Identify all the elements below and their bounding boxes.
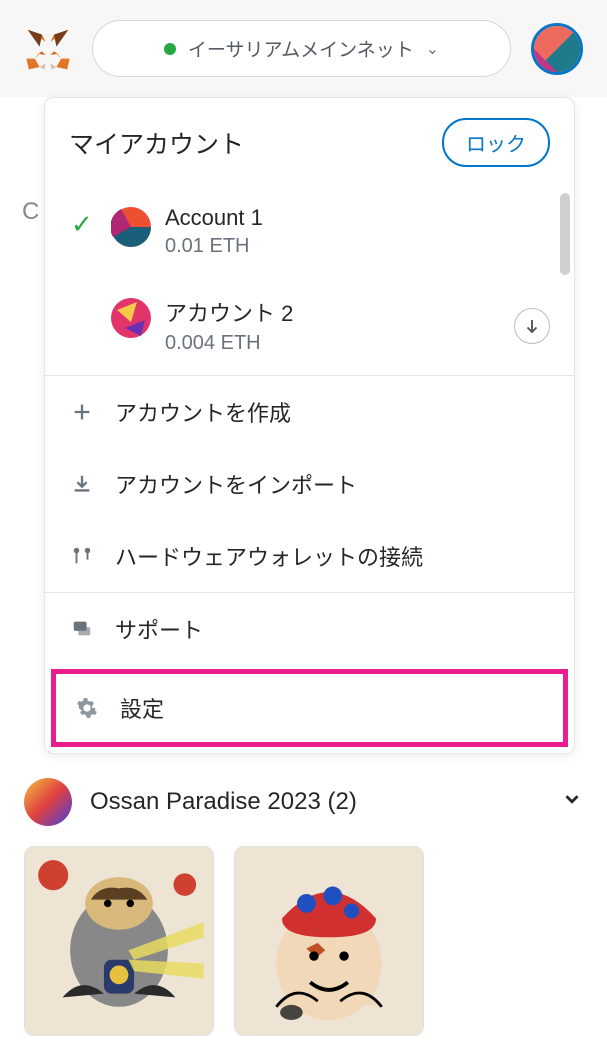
account-item[interactable]: ✓ アカウント 2 0.004 ETH: [45, 278, 574, 375]
create-account-item[interactable]: アカウントを作成: [45, 376, 574, 448]
lock-button[interactable]: ロック: [442, 118, 550, 167]
support-item[interactable]: サポート: [45, 593, 574, 665]
download-icon: [69, 471, 95, 497]
account-name: アカウント 2: [165, 296, 500, 328]
metamask-logo: [24, 25, 72, 73]
plus-icon: [69, 399, 95, 425]
collection-thumbnail: [24, 778, 72, 826]
chevron-down-icon: ⌄: [426, 39, 439, 59]
dropdown-header: マイアカウント ロック: [45, 98, 574, 187]
network-status-dot: [164, 43, 176, 55]
network-selector[interactable]: イーサリアムメインネット ⌄: [92, 20, 511, 77]
account-list: ✓ Account 1 0.01 ETH ✓ アカウント 2 0.004 ETH: [45, 187, 574, 375]
menu-label: アカウントをインポート: [115, 468, 357, 500]
nft-grid: [24, 826, 583, 1056]
menu-label: アカウントを作成: [115, 396, 291, 428]
account-info: Account 1 0.01 ETH: [165, 205, 550, 258]
nft-collection: Ossan Paradise 2023 (2): [0, 754, 607, 1056]
chat-icon: [69, 616, 95, 642]
import-account-item[interactable]: アカウントをインポート: [45, 448, 574, 520]
account-avatar[interactable]: [531, 23, 583, 75]
network-name: イーサリアムメインネット: [188, 35, 414, 62]
gear-icon: [74, 695, 100, 721]
chevron-down-icon: [561, 788, 583, 817]
account-name: Account 1: [165, 205, 550, 231]
account-balance: 0.01 ETH: [165, 235, 550, 258]
scrollbar[interactable]: [560, 193, 570, 275]
account-balance: 0.004 ETH: [165, 332, 500, 355]
account-dropdown: マイアカウント ロック ✓ Account 1 0.01 ETH ✓ アカウント…: [44, 97, 575, 754]
background-text: C: [22, 198, 39, 226]
account-avatar-icon: [111, 298, 151, 338]
menu-label: 設定: [120, 692, 164, 724]
hardware-icon: [69, 543, 95, 569]
settings-item[interactable]: 設定: [56, 674, 563, 742]
settings-highlight: 設定: [51, 669, 568, 747]
menu-label: ハードウェアウォレットの接続: [115, 540, 423, 572]
account-info: アカウント 2 0.004 ETH: [165, 296, 500, 355]
app-header: イーサリアムメインネット ⌄: [0, 0, 607, 97]
collection-name: Ossan Paradise 2023 (2): [90, 788, 543, 816]
menu-label: サポート: [115, 613, 203, 645]
nft-item[interactable]: [234, 846, 424, 1036]
check-icon: ✓: [71, 205, 97, 240]
account-avatar-icon: [111, 207, 151, 247]
nft-item[interactable]: [24, 846, 214, 1036]
collection-header[interactable]: Ossan Paradise 2023 (2): [24, 778, 583, 826]
account-item[interactable]: ✓ Account 1 0.01 ETH: [45, 187, 574, 278]
scroll-down-button[interactable]: [514, 308, 550, 344]
dropdown-title: マイアカウント: [69, 125, 244, 161]
connect-hardware-item[interactable]: ハードウェアウォレットの接続: [45, 520, 574, 592]
